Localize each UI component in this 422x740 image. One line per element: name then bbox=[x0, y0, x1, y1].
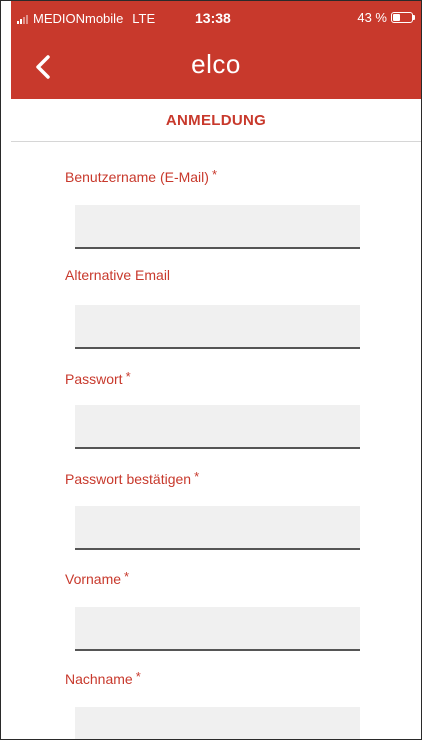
status-time: 13:38 bbox=[195, 10, 231, 26]
required-marker: * bbox=[194, 469, 200, 484]
network-type: LTE bbox=[132, 11, 156, 26]
battery-status: 43 % bbox=[357, 10, 415, 25]
brand-logo: elco bbox=[191, 49, 241, 79]
carrier-name: MEDIONmobile bbox=[33, 11, 124, 26]
required-marker: * bbox=[135, 669, 141, 684]
password-confirm-label-text: Passwort bestätigen bbox=[65, 471, 192, 487]
battery-icon bbox=[391, 12, 413, 23]
first-name-input[interactable] bbox=[75, 607, 360, 651]
username-email-input[interactable] bbox=[75, 205, 360, 249]
app-screen: MEDIONmobile LTE 13:38 43 % elco ANMELDU… bbox=[0, 0, 422, 740]
signal-icon bbox=[17, 14, 28, 24]
carrier-info: MEDIONmobile LTE bbox=[17, 11, 155, 26]
required-marker: * bbox=[124, 569, 130, 584]
status-bar: MEDIONmobile LTE 13:38 43 % bbox=[11, 1, 421, 35]
last-name-label: Nachname * bbox=[65, 669, 141, 687]
password-label: Passwort * bbox=[65, 369, 131, 387]
required-marker: * bbox=[211, 167, 217, 182]
first-name-label-text: Vorname bbox=[65, 571, 122, 587]
page-title-bar: ANMELDUNG bbox=[11, 99, 421, 142]
alternative-email-label: Alternative Email bbox=[65, 267, 170, 283]
password-confirm-input[interactable] bbox=[75, 506, 360, 550]
alternative-email-input[interactable] bbox=[75, 305, 360, 349]
username-label-text: Benutzername (E-Mail) bbox=[65, 169, 209, 185]
alternative-email-label-text: Alternative Email bbox=[65, 267, 171, 283]
nav-bar: elco bbox=[11, 35, 421, 99]
page-title: ANMELDUNG bbox=[165, 112, 267, 129]
required-marker: * bbox=[125, 369, 131, 384]
password-input[interactable] bbox=[75, 405, 360, 449]
app-header: MEDIONmobile LTE 13:38 43 % elco bbox=[11, 1, 421, 99]
battery-percent: 43 % bbox=[357, 10, 387, 25]
password-label-text: Passwort bbox=[65, 371, 123, 387]
last-name-label-text: Nachname bbox=[65, 671, 133, 687]
password-confirm-label: Passwort bestätigen * bbox=[65, 469, 199, 487]
username-label: Benutzername (E-Mail) * bbox=[65, 167, 217, 185]
first-name-label: Vorname * bbox=[65, 569, 129, 587]
last-name-input[interactable] bbox=[75, 707, 360, 739]
